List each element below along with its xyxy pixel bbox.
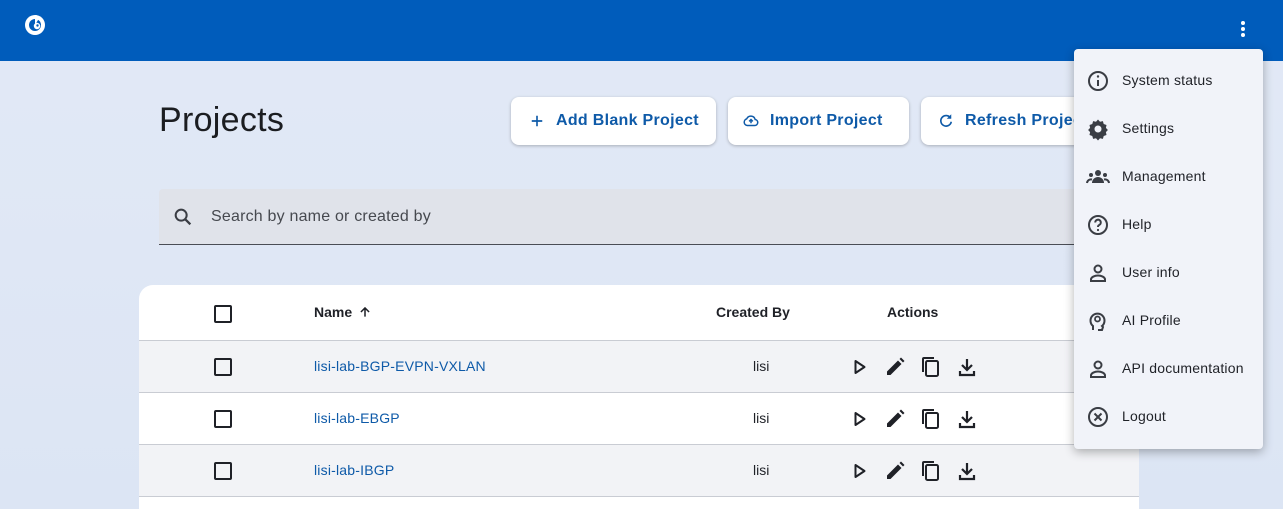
arrow-up-icon bbox=[360, 306, 370, 317]
gear-icon bbox=[1088, 119, 1108, 141]
person-icon bbox=[1090, 264, 1106, 282]
edit-icon[interactable] bbox=[883, 355, 907, 379]
created-by-column-header[interactable]: Created By bbox=[716, 304, 790, 320]
menu-item-label: Help bbox=[1122, 216, 1152, 232]
download-icon[interactable] bbox=[955, 355, 979, 379]
import-project-button[interactable]: Import Project bbox=[728, 97, 909, 145]
menu-item-label: Logout bbox=[1122, 408, 1167, 424]
play-icon[interactable] bbox=[847, 355, 871, 379]
table-row: lisi-lab-EBGP lisi bbox=[139, 393, 1139, 445]
name-column-header[interactable]: Name bbox=[314, 304, 372, 320]
help-icon bbox=[1088, 215, 1108, 235]
menu-item-ai-profile[interactable]: AI Profile bbox=[1074, 297, 1263, 345]
project-name-link[interactable]: lisi-lab-EBGP bbox=[314, 410, 400, 426]
menu-item-system-status[interactable]: System status bbox=[1074, 57, 1263, 105]
search-field bbox=[159, 189, 1139, 245]
add-blank-project-button[interactable]: Add Blank Project bbox=[511, 97, 716, 145]
copy-icon[interactable] bbox=[918, 459, 942, 483]
play-icon[interactable] bbox=[847, 407, 871, 431]
table-row: lisi-lab-IBGP lisi bbox=[139, 445, 1139, 497]
copy-icon[interactable] bbox=[918, 407, 942, 431]
table-row: lisi-lab-BGP-EVPN-VXLAN lisi bbox=[139, 341, 1139, 393]
cancel-icon bbox=[1088, 407, 1108, 427]
overflow-menu: System status Settings Management Help U… bbox=[1074, 49, 1263, 449]
menu-item-label: Management bbox=[1122, 168, 1206, 184]
download-icon[interactable] bbox=[955, 407, 979, 431]
menu-item-label: Settings bbox=[1122, 120, 1175, 136]
menu-item-management[interactable]: Management bbox=[1074, 153, 1263, 201]
ai-head-icon bbox=[1089, 312, 1106, 331]
play-icon[interactable] bbox=[847, 459, 871, 483]
more-vert-icon[interactable] bbox=[1231, 17, 1255, 41]
menu-item-label: User info bbox=[1122, 264, 1180, 280]
created-by-cell: lisi bbox=[753, 358, 770, 374]
project-name-link[interactable]: lisi-lab-IBGP bbox=[314, 462, 394, 478]
menu-item-label: API documentation bbox=[1122, 360, 1244, 376]
plus-icon bbox=[531, 115, 543, 127]
page-title: Projects bbox=[159, 101, 285, 139]
menu-item-logout[interactable]: Logout bbox=[1074, 393, 1263, 441]
menu-item-label: AI Profile bbox=[1122, 312, 1181, 328]
add-blank-project-label: Add Blank Project bbox=[556, 112, 699, 129]
menu-item-api-documentation[interactable]: API documentation bbox=[1074, 345, 1263, 393]
person-icon bbox=[1090, 360, 1106, 378]
search-input[interactable] bbox=[211, 189, 1111, 245]
group-icon bbox=[1086, 170, 1110, 184]
row-checkbox[interactable] bbox=[214, 358, 232, 376]
menu-item-user-info[interactable]: User info bbox=[1074, 249, 1263, 297]
import-project-label: Import Project bbox=[770, 112, 883, 129]
copy-icon[interactable] bbox=[918, 355, 942, 379]
refresh-icon bbox=[940, 114, 953, 127]
select-all-checkbox[interactable] bbox=[214, 305, 232, 323]
search-icon bbox=[174, 208, 192, 226]
table-header: Name Created By Actions bbox=[139, 285, 1139, 341]
created-by-cell: lisi bbox=[753, 410, 770, 426]
info-icon bbox=[1088, 71, 1108, 91]
edit-icon[interactable] bbox=[883, 407, 907, 431]
cloud-upload-icon bbox=[743, 115, 759, 127]
menu-item-settings[interactable]: Settings bbox=[1074, 105, 1263, 153]
projects-table: Name Created By Actions lisi-lab-BGP-EVP… bbox=[139, 285, 1139, 509]
project-name-link[interactable]: lisi-lab-BGP-EVPN-VXLAN bbox=[314, 358, 486, 374]
actions-column-header: Actions bbox=[887, 304, 939, 320]
edit-icon[interactable] bbox=[883, 459, 907, 483]
name-column-label: Name bbox=[314, 304, 353, 320]
menu-item-help[interactable]: Help bbox=[1074, 201, 1263, 249]
gnome-logo-icon[interactable] bbox=[23, 12, 47, 36]
menu-item-label: System status bbox=[1122, 72, 1213, 88]
row-checkbox[interactable] bbox=[214, 410, 232, 428]
created-by-cell: lisi bbox=[753, 462, 770, 478]
row-checkbox[interactable] bbox=[214, 462, 232, 480]
download-icon[interactable] bbox=[955, 459, 979, 483]
